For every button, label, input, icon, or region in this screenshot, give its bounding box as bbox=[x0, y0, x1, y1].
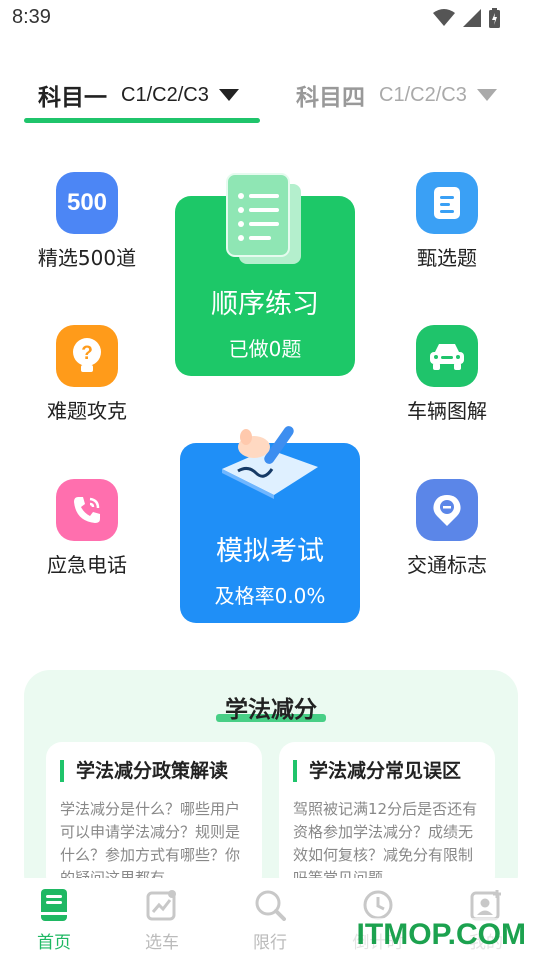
grid-item-emergency-phone[interactable]: 应急电话 bbox=[17, 479, 157, 578]
watermark: ITMOP.COM bbox=[352, 918, 530, 952]
document-icon bbox=[416, 172, 478, 234]
phone-icon bbox=[56, 479, 118, 541]
nav-home[interactable]: 首页 bbox=[0, 878, 108, 960]
exam-pass-rate: 及格率0.0% bbox=[214, 584, 326, 608]
grid-label: 交通标志 bbox=[407, 553, 487, 577]
grid-label: 难题攻克 bbox=[47, 399, 127, 423]
tab-license-type: C1/C2/C3 bbox=[379, 83, 467, 106]
status-icons bbox=[433, 8, 500, 28]
article-card-policy[interactable]: 学法减分政策解读 学法减分是什么？哪些用户可以申请学法减分？规则是什么？参加方式… bbox=[46, 742, 262, 892]
grid-label: 应急电话 bbox=[47, 553, 127, 577]
grid-item-traffic-signs[interactable]: 交通标志 bbox=[377, 479, 517, 578]
article-title: 学法减分政策解读 bbox=[60, 760, 248, 782]
mock-exam-card[interactable]: 模拟考试 及格率0.0% bbox=[180, 426, 360, 623]
exam-title: 模拟考试 bbox=[216, 536, 324, 567]
wifi-icon bbox=[433, 9, 455, 26]
caret-down-icon bbox=[476, 89, 497, 101]
article-title: 学法减分常见误区 bbox=[293, 760, 481, 782]
search-icon bbox=[253, 888, 287, 922]
tab-license-type: C1/C2/C3 bbox=[121, 83, 209, 106]
book-icon bbox=[37, 888, 71, 922]
writing-hand-icon bbox=[222, 426, 318, 499]
tab-title: 科目一 bbox=[38, 85, 107, 111]
nav-choose-car[interactable]: 选车 bbox=[108, 878, 216, 960]
practice-progress: 已做0题 bbox=[228, 337, 302, 361]
tab-subject-four[interactable]: 科目四 C1/C2/C3 bbox=[296, 78, 497, 112]
section-title: 学法减分 bbox=[225, 697, 317, 723]
svg-text:?: ? bbox=[81, 343, 93, 364]
grid-label: 甄选题 bbox=[417, 246, 477, 270]
car-icon bbox=[416, 325, 478, 387]
subject-tabs: 科目一 C1/C2/C3 科目四 C1/C2/C3 bbox=[0, 60, 540, 130]
clock-icon bbox=[361, 888, 395, 922]
signal-icon bbox=[463, 9, 481, 27]
grid-item-vehicle-diagram[interactable]: 车辆图解 bbox=[377, 325, 517, 424]
caret-down-icon bbox=[218, 89, 239, 101]
nav-label: 选车 bbox=[145, 933, 179, 953]
tab-subject-one[interactable]: 科目一 C1/C2/C3 bbox=[38, 78, 239, 112]
nav-restriction[interactable]: 限行 bbox=[216, 878, 324, 960]
grid-label: 车辆图解 bbox=[407, 399, 487, 423]
question-bulb-icon: ? bbox=[56, 325, 118, 387]
nav-label: 首页 bbox=[37, 933, 71, 953]
article-card-misconceptions[interactable]: 学法减分常见误区 驾照被记满12分后是否还有资格参加学法减分？成绩无效如何复核？… bbox=[279, 742, 495, 892]
status-time: 8:39 bbox=[12, 6, 51, 28]
grid-item-select-500[interactable]: 500 精选500道 bbox=[17, 172, 157, 271]
grid-item-difficult[interactable]: ? 难题攻克 bbox=[17, 325, 157, 424]
grid-label: 精选500道 bbox=[37, 246, 137, 270]
status-bar: 8:39 bbox=[0, 0, 540, 36]
tab-title: 科目四 bbox=[296, 85, 365, 111]
chart-icon bbox=[145, 888, 179, 922]
learn-reduce-points-section: 学法减分 学法减分政策解读 学法减分是什么？哪些用户可以申请学法减分？规则是什么… bbox=[24, 670, 518, 900]
location-sign-icon bbox=[416, 479, 478, 541]
500-icon-text: 500 bbox=[66, 189, 108, 216]
500-icon: 500 bbox=[56, 172, 118, 234]
nav-label: 限行 bbox=[253, 933, 287, 953]
grid-item-selected-questions[interactable]: 甄选题 bbox=[377, 172, 517, 271]
question-sheet-icon bbox=[226, 173, 301, 264]
active-tab-indicator bbox=[24, 118, 260, 123]
battery-icon bbox=[489, 8, 500, 28]
sequential-practice-card[interactable]: 顺序练习 已做0题 bbox=[175, 173, 355, 376]
practice-title: 顺序练习 bbox=[211, 289, 319, 320]
profile-icon bbox=[469, 888, 503, 922]
article-body: 驾照被记满12分后是否还有资格参加学法减分？成绩无效如何复核？减免分有限制吗等常… bbox=[293, 800, 478, 887]
article-body: 学法减分是什么？哪些用户可以申请学法减分？规则是什么？参加方式有哪些？你的疑问这… bbox=[60, 800, 241, 887]
